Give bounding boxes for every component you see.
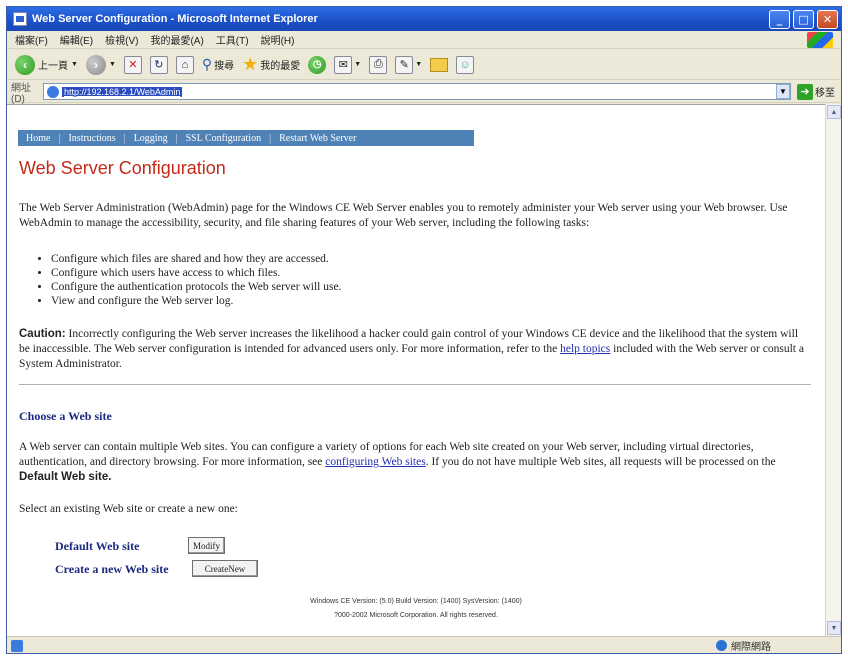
chevron-down-icon: ▼ bbox=[71, 61, 78, 68]
menu-file[interactable]: 檔案(F) bbox=[15, 32, 48, 47]
forward-arrow-icon: › bbox=[85, 54, 106, 75]
list-item: View and configure the Web server log. bbox=[51, 294, 341, 308]
page-viewport: Home | Instructions | Logging | SSL Conf… bbox=[7, 104, 825, 636]
select-prompt: Select an existing Web site or create a … bbox=[19, 503, 238, 515]
task-list: Configure which files are shared and how… bbox=[37, 252, 341, 308]
window-title: Web Server Configuration - Microsoft Int… bbox=[32, 13, 318, 25]
nav-ssl-configuration[interactable]: SSL Configuration bbox=[178, 133, 269, 144]
print-button[interactable]: ⎙ bbox=[369, 55, 388, 74]
go-arrow-icon: ➜ bbox=[797, 83, 813, 100]
back-button[interactable]: ‹ 上一頁 ▼ bbox=[15, 54, 78, 75]
star-icon: ★ bbox=[242, 54, 259, 74]
menu-favorites[interactable]: 我的最愛(A) bbox=[150, 32, 203, 47]
divider bbox=[19, 384, 811, 385]
messenger-icon: ☺ bbox=[456, 55, 475, 74]
chevron-down-icon: ▼ bbox=[108, 61, 116, 68]
nav-instructions[interactable]: Instructions bbox=[60, 133, 123, 144]
create-new-button[interactable]: CreateNew bbox=[192, 560, 258, 577]
history-button[interactable]: ◷ bbox=[308, 55, 327, 74]
chevron-down-icon[interactable]: ▼ bbox=[776, 84, 790, 99]
address-label: 網址(D) bbox=[11, 82, 31, 105]
vertical-scrollbar[interactable]: ▲ ▼ bbox=[825, 104, 841, 636]
new-site-label: Create a new Web site bbox=[55, 562, 169, 576]
page-icon bbox=[47, 85, 59, 98]
back-arrow-icon: ‹ bbox=[15, 54, 35, 75]
zone-label: 網際網路 bbox=[731, 642, 771, 653]
list-item: Configure which files are shared and how… bbox=[51, 252, 341, 266]
copyright-footer: ?000-2002 Microsoft Corporation. All rig… bbox=[334, 612, 498, 619]
search-icon: ⚲ bbox=[201, 56, 213, 72]
edit-button[interactable]: ✎ ▼ bbox=[395, 55, 423, 74]
list-item: Configure the authentication protocols t… bbox=[51, 280, 341, 294]
refresh-button[interactable]: ↻ bbox=[149, 55, 168, 74]
stop-button[interactable]: ✕ bbox=[123, 55, 142, 74]
go-button[interactable]: ➜ 移至 bbox=[797, 83, 835, 100]
help-topics-link[interactable]: help topics bbox=[560, 343, 610, 355]
choose-site-paragraph: A Web server can contain multiple Web si… bbox=[19, 440, 809, 485]
intro-paragraph: The Web Server Administration (WebAdmin)… bbox=[19, 202, 788, 229]
choose-site-heading: Choose a Web site bbox=[19, 409, 112, 423]
edit-icon: ✎ bbox=[395, 55, 414, 74]
browser-window: Web Server Configuration - Microsoft Int… bbox=[6, 6, 842, 654]
version-footer: Windows CE Version: (5.0) Build Version:… bbox=[310, 598, 522, 605]
ie-app-icon bbox=[13, 12, 27, 26]
caution-paragraph: Caution: Incorrectly configuring the Web… bbox=[19, 327, 809, 372]
go-label: 移至 bbox=[815, 88, 835, 99]
address-url[interactable]: http://192.168.2.1/WebAdmin bbox=[62, 86, 183, 97]
title-bar[interactable]: Web Server Configuration - Microsoft Int… bbox=[7, 7, 841, 31]
back-label: 上一頁 bbox=[38, 61, 68, 72]
nav-logging[interactable]: Logging bbox=[126, 133, 176, 144]
printer-icon: ⎙ bbox=[369, 55, 388, 74]
messenger-button[interactable]: ☺ bbox=[456, 55, 475, 74]
chevron-down-icon: ▼ bbox=[354, 61, 362, 68]
home-icon: ⌂ bbox=[175, 55, 194, 74]
windows-logo-icon bbox=[807, 32, 833, 48]
search-label: 搜尋 bbox=[214, 61, 235, 72]
folder-icon bbox=[430, 57, 449, 72]
security-zone: 網際網路 bbox=[716, 638, 771, 653]
menu-view[interactable]: 檢視(V) bbox=[105, 32, 138, 47]
default-site-inline: Default Web site. bbox=[19, 471, 112, 483]
menu-tools[interactable]: 工具(T) bbox=[216, 32, 249, 47]
menu-bar: 檔案(F) 編輯(E) 檢視(V) 我的最愛(A) 工具(T) 說明(H) bbox=[7, 31, 841, 49]
home-button[interactable]: ⌂ bbox=[175, 55, 194, 74]
favorites-label: 我的最愛 bbox=[260, 61, 301, 72]
minimize-button[interactable]: _ bbox=[769, 9, 790, 29]
address-input[interactable]: http://192.168.2.1/WebAdmin ▼ bbox=[43, 83, 791, 100]
favorites-button[interactable]: ★ 我的最愛 bbox=[242, 54, 300, 75]
nav-restart-web-server[interactable]: Restart Web Server bbox=[271, 133, 364, 144]
scroll-up-icon[interactable]: ▲ bbox=[827, 105, 841, 119]
page-nav: Home | Instructions | Logging | SSL Conf… bbox=[18, 130, 474, 146]
history-icon: ◷ bbox=[308, 55, 327, 74]
choose-text-2: . If you do not have multiple Web sites,… bbox=[425, 456, 776, 468]
toolbar: ‹ 上一頁 ▼ › ▼ ✕ ↻ ⌂ ⚲ 搜尋 ★ 我的最愛 ◷ ✉ ▼ ⎙ ✎ ▼ … bbox=[7, 50, 841, 80]
forward-button[interactable]: › ▼ bbox=[85, 54, 116, 75]
modify-button[interactable]: Modify bbox=[188, 537, 225, 554]
default-site-label: Default Web site bbox=[55, 539, 140, 553]
chevron-down-icon: ▼ bbox=[415, 61, 423, 68]
caution-label: Caution: bbox=[19, 328, 66, 340]
scroll-down-icon[interactable]: ▼ bbox=[827, 621, 841, 635]
page-title: Web Server Configuration bbox=[19, 158, 226, 178]
list-item: Configure which users have access to whi… bbox=[51, 266, 341, 280]
address-bar: 網址(D) http://192.168.2.1/WebAdmin ▼ ➜ 移至 bbox=[7, 81, 841, 105]
nav-home[interactable]: Home bbox=[18, 133, 58, 144]
menu-help[interactable]: 說明(H) bbox=[261, 32, 295, 47]
page-status-icon bbox=[11, 639, 23, 652]
search-button[interactable]: ⚲ 搜尋 bbox=[202, 56, 234, 73]
refresh-icon: ↻ bbox=[149, 55, 168, 74]
mail-icon: ✉ bbox=[334, 55, 353, 74]
folder-button[interactable] bbox=[430, 57, 449, 72]
mail-button[interactable]: ✉ ▼ bbox=[334, 55, 362, 74]
globe-icon bbox=[716, 640, 727, 651]
status-bar: 網際網路 bbox=[7, 636, 841, 654]
menu-edit[interactable]: 編輯(E) bbox=[60, 32, 93, 47]
configuring-web-sites-link[interactable]: configuring Web sites bbox=[325, 456, 425, 468]
stop-icon: ✕ bbox=[123, 55, 142, 74]
maximize-button[interactable]: □ bbox=[793, 9, 814, 29]
close-button[interactable]: ✕ bbox=[817, 9, 838, 29]
